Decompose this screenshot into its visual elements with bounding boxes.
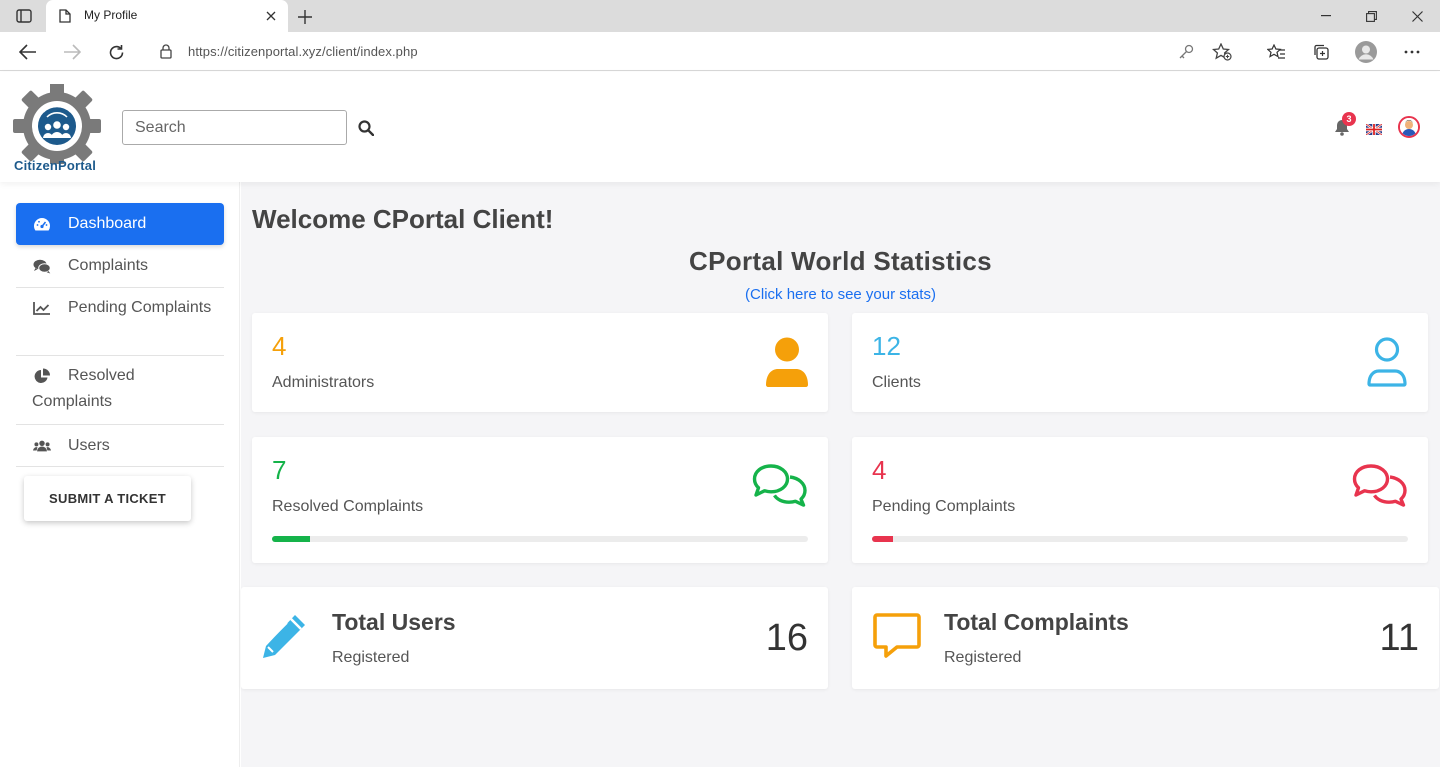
sidebar-item-label: Resolved Complaints bbox=[32, 367, 135, 410]
browser-tab-bar: My Profile bbox=[0, 0, 1440, 32]
close-tab-icon[interactable] bbox=[262, 7, 280, 25]
sidebar-item-label: Complaints bbox=[68, 257, 149, 274]
collections-icon[interactable] bbox=[1308, 39, 1334, 65]
forward-icon[interactable] bbox=[58, 38, 86, 66]
close-window-icon[interactable] bbox=[1394, 0, 1440, 32]
uk-flag-icon[interactable] bbox=[1365, 122, 1383, 136]
total-users-card[interactable]: Total Users Registered 16 bbox=[241, 587, 828, 689]
pencil-icon bbox=[259, 611, 309, 666]
logo-text: CitizenPortal bbox=[14, 158, 97, 173]
clients-label: Clients bbox=[872, 374, 921, 391]
users-icon bbox=[33, 438, 51, 454]
user-solid-icon bbox=[766, 337, 808, 392]
tab-actions-icon[interactable] bbox=[10, 6, 38, 26]
lock-icon[interactable] bbox=[160, 44, 172, 64]
resolved-progress-bar bbox=[272, 536, 808, 542]
stats-title: CPortal World Statistics bbox=[689, 246, 992, 276]
comments-outline-icon bbox=[752, 463, 808, 512]
sidebar-item-users[interactable]: Users bbox=[16, 425, 224, 467]
speech-bubble-icon bbox=[872, 611, 922, 666]
minimize-icon[interactable] bbox=[1303, 0, 1349, 32]
sidebar-item-label: Dashboard bbox=[68, 215, 147, 232]
comments-icon bbox=[33, 258, 51, 274]
welcome-heading: Welcome CPortal Client! bbox=[252, 204, 554, 234]
comments-outline-icon bbox=[1352, 463, 1408, 512]
see-your-stats-link[interactable]: (Click here to see your stats) bbox=[241, 286, 1440, 303]
new-tab-icon[interactable] bbox=[294, 6, 316, 28]
pending-complaints-label: Pending Complaints bbox=[872, 498, 1016, 515]
search-icon[interactable] bbox=[356, 118, 376, 138]
search-input[interactable] bbox=[122, 110, 347, 145]
administrators-label: Administrators bbox=[272, 374, 375, 391]
page-icon bbox=[59, 9, 71, 28]
back-icon[interactable] bbox=[14, 38, 42, 66]
total-complaints-card[interactable]: Total Complaints Registered 11 bbox=[852, 587, 1439, 689]
total-users-subtitle: Registered bbox=[332, 649, 410, 666]
administrators-count: 4 bbox=[272, 331, 287, 361]
more-options-icon[interactable] bbox=[1399, 39, 1425, 65]
pending-complaints-count: 4 bbox=[872, 455, 887, 485]
sidebar-item-dashboard[interactable]: Dashboard bbox=[16, 203, 224, 245]
total-users-count: 16 bbox=[765, 617, 808, 659]
pending-progress-bar bbox=[872, 536, 1408, 542]
total-users-title: Total Users bbox=[332, 609, 456, 635]
user-avatar[interactable] bbox=[1398, 116, 1420, 138]
sidebar-item-resolved-complaints[interactable]: Resolved Complaints bbox=[16, 356, 224, 425]
restore-icon[interactable] bbox=[1348, 0, 1394, 32]
key-icon[interactable] bbox=[1178, 44, 1194, 65]
administrators-card[interactable]: 4 Administrators bbox=[252, 313, 828, 412]
site-header: CitizenPortal 3 bbox=[0, 72, 1440, 182]
user-outline-icon bbox=[1366, 337, 1408, 392]
total-complaints-count: 11 bbox=[1379, 617, 1419, 659]
refresh-icon[interactable] bbox=[102, 38, 130, 66]
browser-address-bar: https://citizenportal.xyz/client/index.p… bbox=[0, 32, 1440, 71]
main-content: Welcome CPortal Client! CPortal World St… bbox=[241, 182, 1440, 767]
clients-card[interactable]: 12 Clients bbox=[852, 313, 1428, 412]
sidebar-item-complaints[interactable]: Complaints bbox=[16, 245, 224, 288]
sidebar: Dashboard Complaints Pending Complaints … bbox=[0, 182, 240, 767]
clients-count: 12 bbox=[872, 331, 901, 361]
resolved-progress-fill bbox=[272, 536, 310, 542]
notification-count-badge: 3 bbox=[1342, 112, 1356, 126]
sidebar-item-label: Pending Complaints bbox=[68, 299, 212, 316]
pending-complaints-card[interactable]: 4 Pending Complaints bbox=[852, 437, 1428, 563]
favorites-icon[interactable] bbox=[1263, 39, 1289, 65]
url-bar[interactable]: https://citizenportal.xyz/client/index.p… bbox=[146, 37, 1246, 67]
total-complaints-subtitle: Registered bbox=[944, 649, 1022, 666]
resolved-complaints-count: 7 bbox=[272, 455, 287, 485]
profile-icon[interactable] bbox=[1353, 39, 1379, 65]
submit-ticket-button[interactable]: SUBMIT A TICKET bbox=[24, 476, 191, 521]
url-text[interactable]: https://citizenportal.xyz/client/index.p… bbox=[188, 44, 418, 59]
resolved-complaints-label: Resolved Complaints bbox=[272, 498, 424, 515]
total-complaints-title: Total Complaints bbox=[944, 609, 1129, 635]
sidebar-item-pending-complaints[interactable]: Pending Complaints bbox=[16, 288, 224, 356]
add-favorite-icon[interactable] bbox=[1211, 42, 1232, 66]
resolved-complaints-card[interactable]: 7 Resolved Complaints bbox=[252, 437, 828, 563]
browser-tab[interactable]: My Profile bbox=[46, 0, 288, 32]
dashboard-gauge-icon bbox=[33, 216, 51, 232]
pending-progress-fill bbox=[872, 536, 894, 542]
tab-title: My Profile bbox=[84, 8, 138, 22]
sidebar-item-label: Users bbox=[68, 437, 110, 454]
